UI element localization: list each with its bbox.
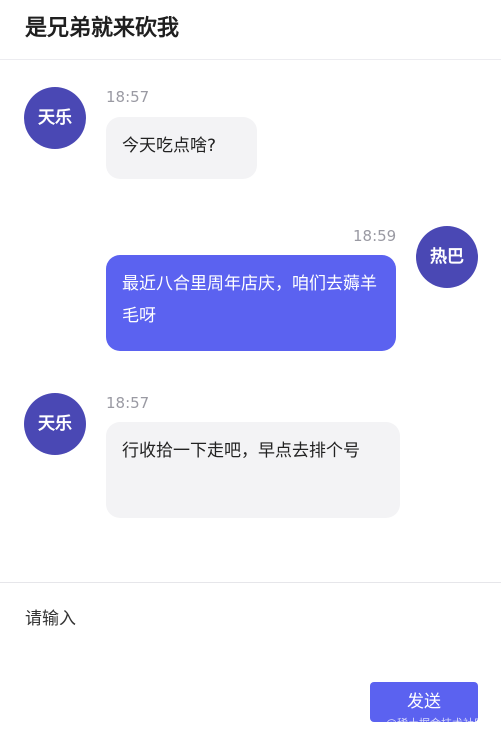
message-list[interactable]: 天乐 18:57 今天吃点啥? 热巴 18:59 最近八合里周年店庆，咱们去薅羊… [0,60,501,582]
watermark: @稀土掘金技术社区 [386,717,485,730]
chat-title: 是兄弟就来砍我 [25,16,180,41]
message-time: 18:57 [106,394,150,412]
message-bubble: 最近八合里周年店庆，咱们去薅羊毛呀 [106,255,396,351]
chat-header: 是兄弟就来砍我 [0,0,501,60]
message-bubble: 行收拾一下走吧，早点去排个号 [106,422,400,518]
avatar[interactable]: 天乐 [24,87,86,149]
message-time: 18:57 [106,88,150,106]
input-divider [0,582,501,583]
message-bubble: 今天吃点啥? [106,117,257,179]
message-input[interactable] [25,604,475,664]
avatar[interactable]: 天乐 [24,393,86,455]
chat-window: 是兄弟就来砍我 天乐 18:57 今天吃点啥? 热巴 18:59 最近八合里周年… [0,0,501,745]
avatar[interactable]: 热巴 [416,226,478,288]
message-time: 18:59 [353,227,397,245]
